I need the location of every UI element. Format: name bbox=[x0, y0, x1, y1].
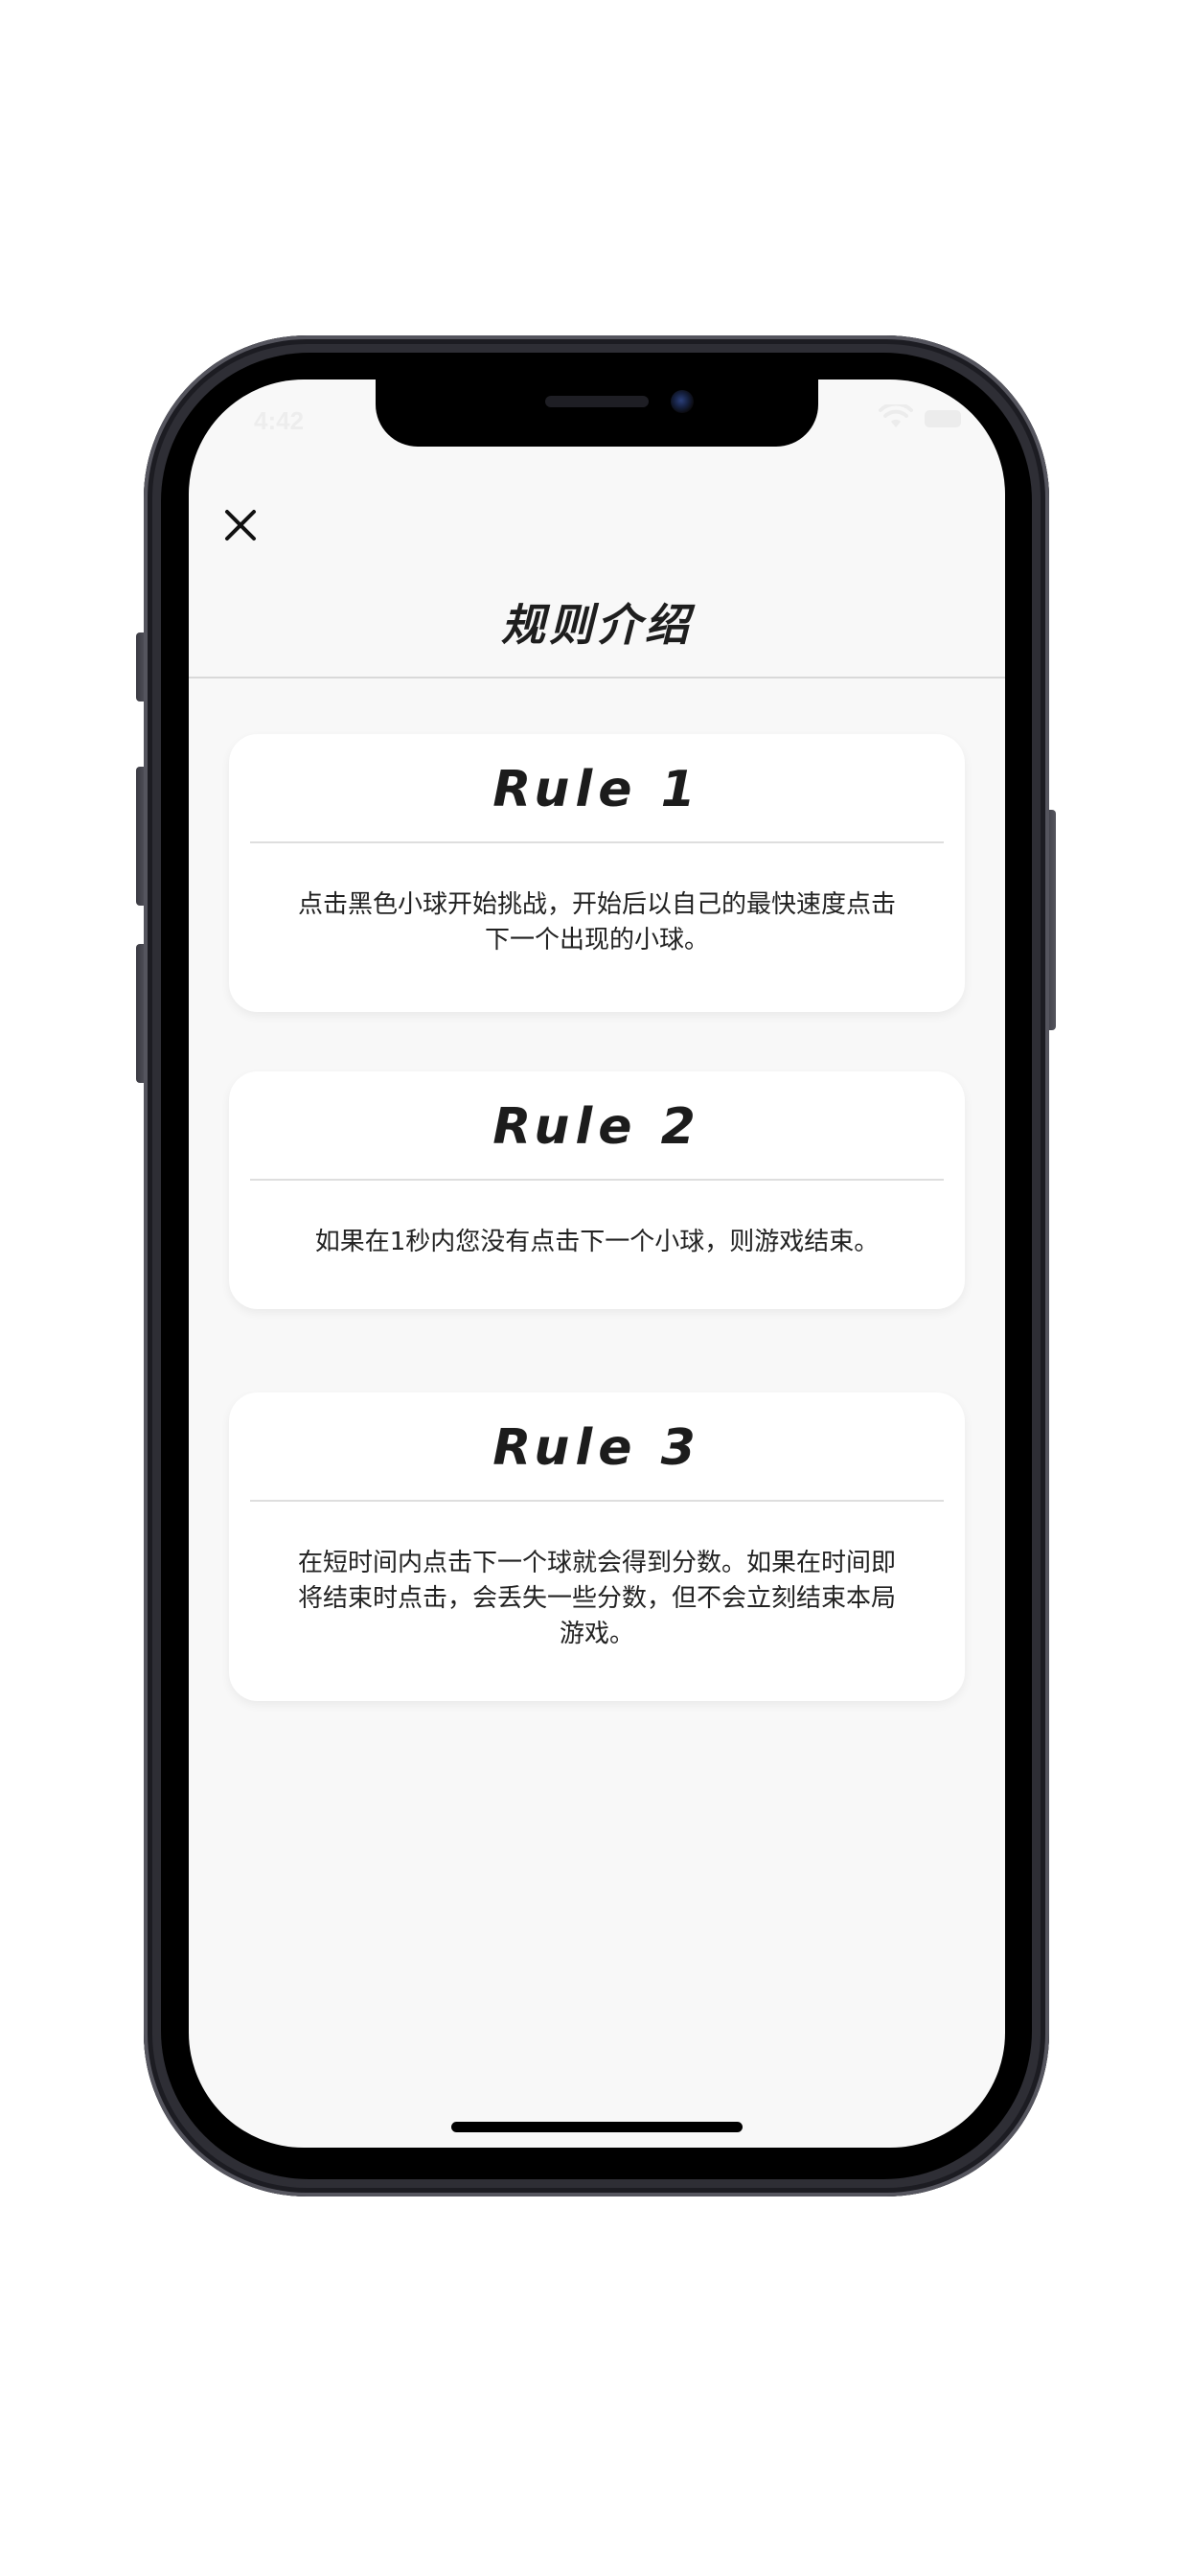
notch bbox=[376, 380, 818, 447]
home-indicator[interactable] bbox=[451, 2122, 743, 2132]
rule-divider bbox=[250, 841, 944, 843]
rule-card: Rule 3 在短时间内点击下一个球就会得到分数。如果在时间即将结束时点击，会丢… bbox=[229, 1392, 965, 1701]
rule-text: 如果在1秒内您没有点击下一个小球，则游戏结束。 bbox=[314, 1228, 880, 1256]
header-divider bbox=[189, 677, 1005, 678]
app-screen: 4:42 规则介绍 Rule 1 点击黑色小球开始挑战，开始后以自己的最快速度点… bbox=[189, 380, 1005, 2148]
speaker-grille bbox=[545, 396, 649, 407]
device-mockup: 4:42 规则介绍 Rule 1 点击黑色小球开始挑战，开始后以自己的最快速度点… bbox=[0, 0, 1190, 2576]
rule-card: Rule 2 如果在1秒内您没有点击下一个小球，则游戏结束。 bbox=[229, 1071, 965, 1309]
camera-icon bbox=[671, 390, 694, 413]
rule-title: Rule 2 bbox=[492, 1098, 701, 1156]
status-time: 4:42 bbox=[254, 406, 305, 435]
rule-divider bbox=[250, 1500, 944, 1502]
rule-card: Rule 1 点击黑色小球开始挑战，开始后以自己的最快速度点击下一个出现的小球。 bbox=[229, 734, 965, 1012]
rule-title: Rule 1 bbox=[492, 761, 701, 818]
rule-divider bbox=[250, 1179, 944, 1181]
page-title: 规则介绍 bbox=[501, 599, 693, 651]
rule-text: 点击黑色小球开始挑战，开始后以自己的最快速度点击下一个出现的小球。 bbox=[297, 890, 896, 954]
rule-title: Rule 3 bbox=[492, 1419, 701, 1477]
close-icon bbox=[225, 510, 256, 540]
wifi-icon bbox=[879, 402, 913, 435]
close-button[interactable] bbox=[223, 508, 258, 542]
battery-icon bbox=[925, 410, 961, 427]
rule-text: 在短时间内点击下一个球就会得到分数。如果在时间即将结束时点击，会丢失一些分数，但… bbox=[297, 1549, 896, 1648]
